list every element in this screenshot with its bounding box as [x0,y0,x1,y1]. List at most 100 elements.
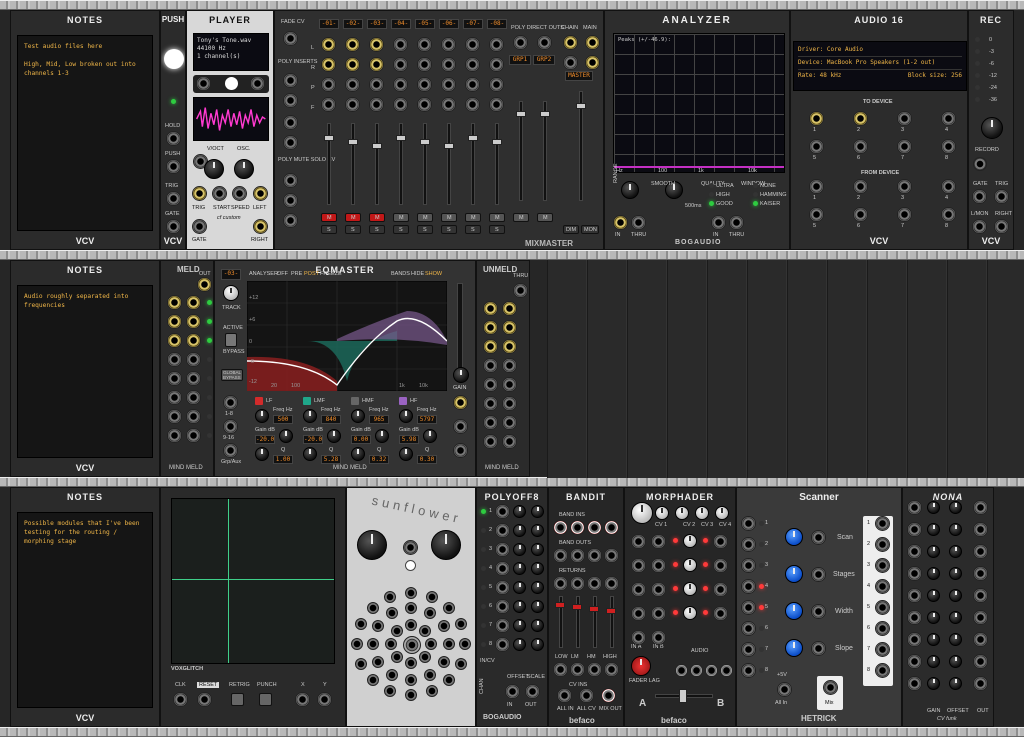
y-out-jack[interactable] [317,692,332,707]
slope-cv-jack[interactable] [811,641,826,656]
channel-pan-cv-jack[interactable] [417,77,432,92]
eq-gain-knob[interactable] [453,367,469,383]
bands-hide[interactable]: HIDE [411,271,424,277]
scanner-in-jack[interactable] [741,558,756,573]
morph-mode-knob[interactable] [683,606,697,620]
bands-show[interactable]: SHOW [425,271,442,277]
sunflower-jack[interactable] [366,601,379,614]
channel-fader-cv-jack[interactable] [417,97,432,112]
unmeld-out-right-jack[interactable] [502,415,517,430]
sunflower-jack[interactable] [459,638,471,650]
quality-high-led[interactable] [709,192,714,197]
dim-button[interactable]: DIM [563,225,579,234]
band-q-value[interactable]: 1.00 [273,455,293,464]
sunflower-jack[interactable] [425,638,437,650]
grp1-label[interactable]: GRP1 [509,55,531,65]
return-jack[interactable] [604,576,619,591]
player-plus-button[interactable] [224,76,239,91]
poly-offset-knob[interactable] [513,600,526,613]
poly-scale-knob[interactable] [531,638,544,651]
nona-in-jack[interactable] [907,676,922,691]
nona-in-jack[interactable] [907,544,922,559]
mute-button[interactable]: M [345,213,361,222]
return-jack[interactable] [570,576,585,591]
band-freq-value[interactable]: 965 [369,415,389,424]
cv-attenuator-knob[interactable] [675,506,689,520]
return-jack[interactable] [553,576,568,591]
mute-button[interactable]: M [465,213,481,222]
eqmaster-module[interactable]: EQMASTER -03- TRACK ACTIVE BYPASS GLOBAL… [214,260,476,477]
band-gain-value[interactable]: -20.0 [303,435,323,444]
channel-fader[interactable] [396,135,406,141]
band-gain-value[interactable]: 0.00 [351,435,371,444]
range-knob[interactable] [621,181,639,199]
meld-module[interactable]: MELD OUT MIND MELD [160,260,214,477]
audio16-module[interactable]: AUDIO 16 Driver: Core Audio Device: MacB… [790,10,968,250]
rec-trig-jack[interactable] [994,189,1009,204]
push-module[interactable]: PUSH HOLD PUSH TRIG GATE VCV [160,10,186,250]
meld-in-left-jack[interactable] [167,352,182,367]
rec-module[interactable]: REC RECORD GATE TRIG L/MON RIGHT VCV 0 -3… [968,10,1014,250]
block-size-field[interactable]: Block size: 256 [908,72,962,80]
mixmaster-module[interactable]: FADE CV POLY INSERTS POLY MUTE SOLO CV L… [274,10,604,250]
audio16-device-display[interactable]: Driver: Core Audio Device: MacBook Pro S… [793,41,967,91]
sunflower-jack[interactable] [424,669,436,682]
poly-in-cv-jack[interactable] [495,580,510,595]
poly-in-cv-jack[interactable] [495,599,510,614]
x-out-jack[interactable] [295,692,310,707]
sunflower-main-jack[interactable] [403,636,421,654]
channel-right-jack[interactable] [393,57,408,72]
sunflower-jack[interactable] [405,689,417,702]
scanner-in-jack[interactable] [741,621,756,636]
band-toggle[interactable] [351,397,359,405]
nona-in-jack[interactable] [907,500,922,515]
meld-in-left-jack[interactable] [167,314,182,329]
band-gain-knob[interactable] [327,429,341,443]
nona-gain-knob[interactable] [927,611,940,624]
unmeld-out-left-jack[interactable] [483,358,498,373]
notes-module-2[interactable]: NOTES Audio roughly separated into frequ… [10,260,160,477]
morph-audio-jack[interactable] [675,664,688,677]
channel-label[interactable]: -08- [487,19,507,29]
from-device-jack-1[interactable] [809,179,824,194]
nona-module[interactable]: NONA GAIN OFFSET OUT CV funk [902,487,994,727]
band-in-jack[interactable] [553,520,568,535]
nona-out-jack[interactable] [973,566,988,581]
poly-offset-knob[interactable] [513,581,526,594]
analyzer-thru-2-jack[interactable] [729,215,744,230]
cv-attenuator-knob[interactable] [695,506,709,520]
morph-in-b-jack[interactable] [651,558,666,573]
scanner-out-jack[interactable] [875,537,890,552]
group-fader[interactable] [540,111,550,117]
solo-button[interactable]: S [393,225,409,234]
channel-fader[interactable] [348,139,358,145]
poly-offset-knob[interactable] [513,543,526,556]
meld-in-left-jack[interactable] [167,390,182,405]
mix-out-jack[interactable] [823,680,838,695]
push-jack[interactable] [166,159,181,174]
band-toggle[interactable] [303,397,311,405]
band-cv-jack[interactable] [553,662,568,677]
band-freq-knob[interactable] [399,409,413,423]
solo-button[interactable]: S [369,225,385,234]
poly-scale-knob[interactable] [531,562,544,575]
channel-left-jack[interactable] [345,37,360,52]
morph-in-a-jack[interactable] [631,606,646,621]
unmeld-out-left-jack[interactable] [483,320,498,335]
scanner-in-jack[interactable] [741,600,756,615]
nona-gain-knob[interactable] [927,567,940,580]
rec-right-jack[interactable] [994,219,1009,234]
morph-mode-knob[interactable] [683,582,697,596]
band-fader[interactable] [572,604,582,610]
fader-lag-knob[interactable] [631,656,651,676]
unmeld-out-right-jack[interactable] [502,377,517,392]
unmeld-out-right-jack[interactable] [502,339,517,354]
nona-out-jack[interactable] [973,544,988,559]
morph-in-b-jack[interactable] [651,606,666,621]
sunflower-jack[interactable] [425,590,438,603]
nona-gain-knob[interactable] [927,677,940,690]
analyser-pre[interactable]: PRE [291,271,302,277]
morph-mode-knob[interactable] [683,534,697,548]
stages-knob[interactable] [785,565,803,583]
from-device-jack-5[interactable] [809,207,824,222]
